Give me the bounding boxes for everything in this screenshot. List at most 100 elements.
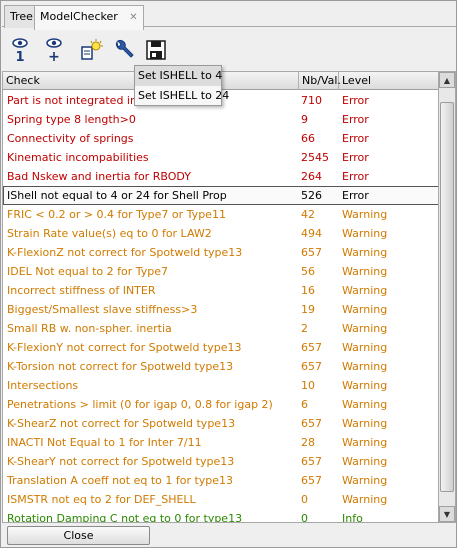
show-one-button[interactable]: 1: [6, 35, 34, 65]
table-row[interactable]: Spring type 8 length>0 9 Error: [3, 110, 438, 129]
cell-nbval: 56: [301, 265, 315, 278]
cell-nbval: 526: [301, 189, 322, 202]
toolbar: 1 +: [2, 31, 456, 69]
cell-level: Error: [342, 189, 369, 202]
cell-nbval: 10: [301, 379, 315, 392]
table-row[interactable]: ISMSTR not eq to 2 for DEF_SHELL 0 Warning: [3, 490, 438, 509]
cell-check: K-ShearZ not correct for Spotweld type13: [7, 417, 236, 430]
vertical-scrollbar[interactable]: ▲ ▼: [439, 71, 456, 523]
save-icon: [146, 40, 166, 60]
cell-level: Error: [342, 132, 369, 145]
table-row[interactable]: Rotation Damping C not eq to 0 for type1…: [3, 509, 438, 523]
table-row[interactable]: Strain Rate value(s) eq to 0 for LAW2 494…: [3, 224, 438, 243]
table-row[interactable]: Small RB w. non-spher. inertia 2 Warning: [3, 319, 438, 338]
show-plus-digit: +: [48, 49, 60, 63]
cell-check: INACTI Not Equal to 1 for Inter 7/11: [7, 436, 202, 449]
cell-check: K-FlexionY not correct for Spotweld type…: [7, 341, 242, 354]
cell-check: FRIC < 0.2 or > 0.4 for Type7 or Type11: [7, 208, 226, 221]
table-body: Part is not integrated in rbody 710 Error S…: [3, 91, 438, 523]
cell-nbval: 16: [301, 284, 315, 297]
table-row[interactable]: K-Torsion not correct for Spotweld type1…: [3, 357, 438, 376]
table-row[interactable]: IDEL Not equal to 2 for Type7 56 Warning: [3, 262, 438, 281]
cell-level: Warning: [342, 341, 388, 354]
cell-level: Error: [342, 94, 369, 107]
cell-level: Warning: [342, 227, 388, 240]
cell-check: Intersections: [7, 379, 79, 392]
cell-check: Penetrations > limit (0 for igap 0, 0.8 …: [7, 398, 273, 411]
checks-table: Check Nb/Val. Level Part is not integrat…: [2, 71, 439, 523]
cell-check: Small RB w. non-spher. inertia: [7, 322, 172, 335]
table-row[interactable]: K-ShearY not correct for Spotweld type13…: [3, 452, 438, 471]
cell-nbval: 6: [301, 398, 308, 411]
cell-level: Warning: [342, 208, 388, 221]
close-button[interactable]: Close: [7, 526, 150, 545]
tab-close-icon[interactable]: ✕: [129, 12, 137, 23]
scroll-down-arrow-icon[interactable]: ▼: [439, 506, 455, 522]
cell-level: Warning: [342, 360, 388, 373]
cell-check: IDEL Not equal to 2 for Type7: [7, 265, 168, 278]
table-row[interactable]: K-ShearZ not correct for Spotweld type13…: [3, 414, 438, 433]
cell-level: Error: [342, 113, 369, 126]
menu-item-set-ishell-4[interactable]: Set ISHELL to 4: [135, 66, 222, 86]
table-row[interactable]: Biggest/Smallest slave stiffness>3 19 Warn…: [3, 300, 438, 319]
table-row[interactable]: Connectivity of springs 66 Error: [3, 129, 438, 148]
cell-nbval: 9: [301, 113, 308, 126]
table-row[interactable]: Intersections 10 Warning: [3, 376, 438, 395]
cell-nbval: 2: [301, 322, 308, 335]
cell-nbval: 657: [301, 417, 322, 430]
cell-check: K-Torsion not correct for Spotweld type1…: [7, 360, 234, 373]
cell-level: Error: [342, 151, 369, 164]
cell-check: K-ShearY not correct for Spotweld type13: [7, 455, 235, 468]
table-row[interactable]: IShell not equal to 4 or 24 for Shell Pr…: [3, 186, 438, 205]
cell-level: Info: [342, 512, 363, 523]
show-plus-button[interactable]: +: [40, 35, 68, 65]
cell-level: Warning: [342, 436, 388, 449]
scroll-up-arrow-icon[interactable]: ▲: [439, 72, 455, 88]
cell-level: Warning: [342, 455, 388, 468]
table-row[interactable]: Incorrect stiffness of INTER 16 Warning: [3, 281, 438, 300]
cell-level: Warning: [342, 284, 388, 297]
scrollbar-thumb[interactable]: [440, 102, 454, 492]
cell-nbval: 66: [301, 132, 315, 145]
table-row[interactable]: Translation A coeff not eq to 1 for type…: [3, 471, 438, 490]
cell-nbval: 264: [301, 170, 322, 183]
cell-level: Warning: [342, 379, 388, 392]
cell-nbval: 28: [301, 436, 315, 449]
cell-nbval: 710: [301, 94, 322, 107]
cell-level: Warning: [342, 474, 388, 487]
cell-level: Warning: [342, 303, 388, 316]
lightbulb-button[interactable]: [78, 35, 106, 65]
table-row[interactable]: Kinematic incompabilities 2545 Error: [3, 148, 438, 167]
table-row[interactable]: K-FlexionZ not correct for Spotweld type…: [3, 243, 438, 262]
table-row[interactable]: FRIC < 0.2 or > 0.4 for Type7 or Type11 4…: [3, 205, 438, 224]
cell-nbval: 657: [301, 360, 322, 373]
cell-check: K-FlexionZ not correct for Spotweld type…: [7, 246, 243, 259]
cell-nbval: 657: [301, 246, 322, 259]
show-plus-icon: +: [46, 38, 62, 63]
cell-check: Spring type 8 length>0: [7, 113, 136, 126]
wrench-icon: [116, 40, 134, 58]
column-header-nbval[interactable]: Nb/Val.: [299, 72, 341, 90]
table-row[interactable]: INACTI Not Equal to 1 for Inter 7/11 28 Wa…: [3, 433, 438, 452]
cell-level: Error: [342, 170, 369, 183]
cell-level: Warning: [342, 417, 388, 430]
cell-check: Connectivity of springs: [7, 132, 134, 145]
cell-check: IShell not equal to 4 or 24 for Shell Pr…: [7, 189, 227, 202]
column-header-level[interactable]: Level: [339, 72, 438, 90]
cell-level: Warning: [342, 246, 388, 259]
cell-nbval: 657: [301, 455, 322, 468]
cell-check: Strain Rate value(s) eq to 0 for LAW2: [7, 227, 212, 240]
menu-item-set-ishell-24[interactable]: Set ISHELL to 24: [135, 86, 229, 106]
cell-nbval: 42: [301, 208, 315, 221]
table-row[interactable]: Penetrations > limit (0 for igap 0, 0.8 …: [3, 395, 438, 414]
cell-check: Translation A coeff not eq to 1 for type…: [7, 474, 234, 487]
save-button[interactable]: [142, 35, 170, 65]
table-row[interactable]: Bad Nskew and inertia for RBODY 264 Error: [3, 167, 438, 186]
cell-check: Incorrect stiffness of INTER: [7, 284, 156, 297]
wrench-button[interactable]: [110, 35, 138, 65]
cell-level: Warning: [342, 493, 388, 506]
table-row[interactable]: K-FlexionY not correct for Spotweld type…: [3, 338, 438, 357]
cell-nbval: 0: [301, 512, 308, 523]
tab-modelchecker[interactable]: ModelChecker ✕: [34, 5, 144, 30]
model-checker-window: Tree ModelChecker ✕ 1 + Check Nb/Val. Le…: [0, 0, 457, 548]
